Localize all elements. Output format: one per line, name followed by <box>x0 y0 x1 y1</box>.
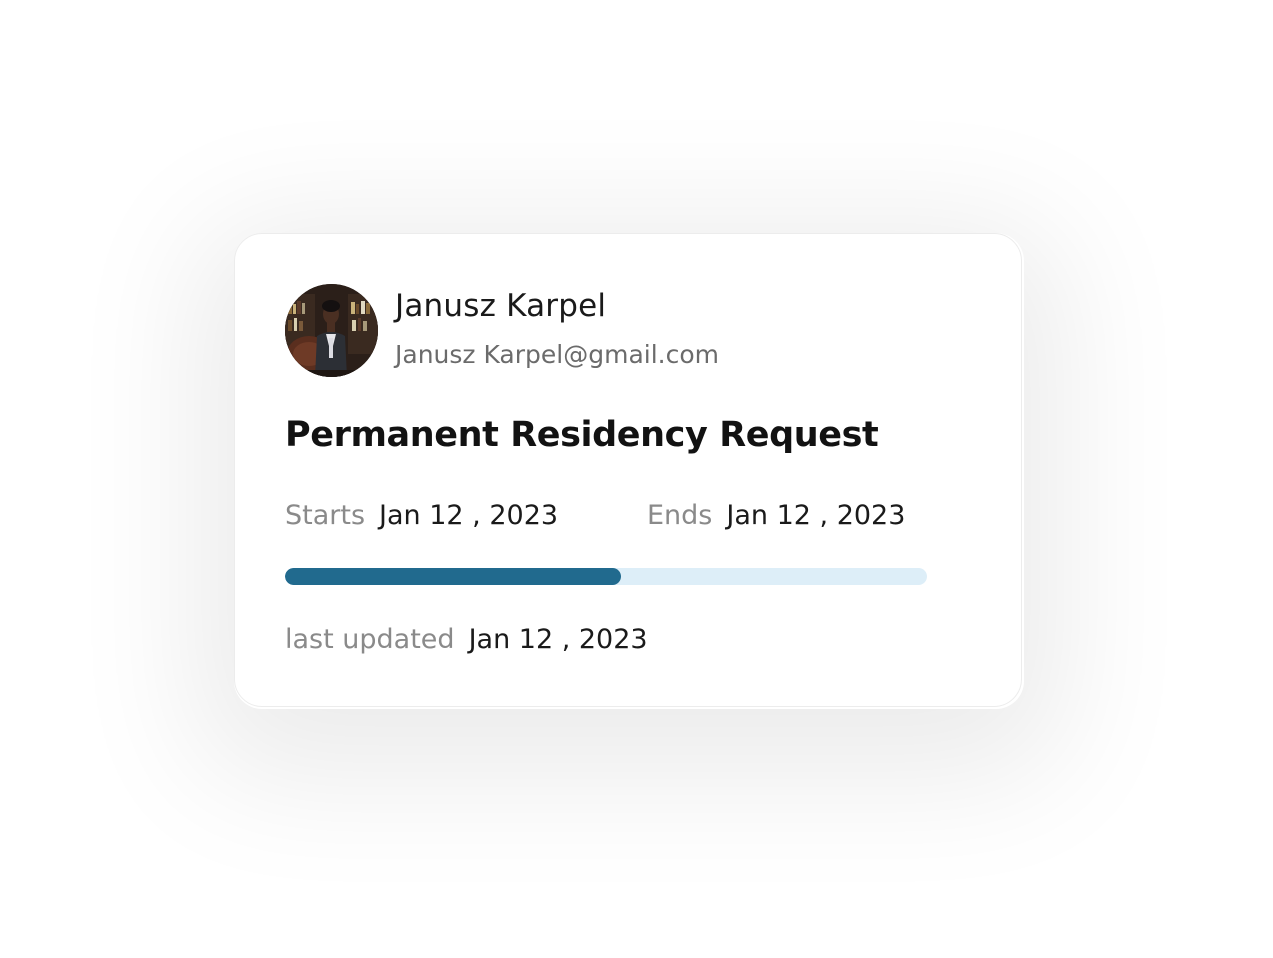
progress-fill <box>285 568 621 585</box>
end-date-label: Ends <box>647 500 713 531</box>
start-date-label: Starts <box>285 500 366 531</box>
user-name: Janusz Karpel <box>395 288 607 324</box>
avatar <box>285 284 378 377</box>
start-date: Starts Jan 12 , 2023 <box>285 500 558 531</box>
progress-bar <box>285 568 927 585</box>
request-title: Permanent Residency Request <box>285 415 879 455</box>
last-updated-label: last updated <box>285 624 455 655</box>
end-date-value: Jan 12 , 2023 <box>726 500 906 531</box>
last-updated-value: Jan 12 , 2023 <box>468 624 648 655</box>
last-updated: last updated Jan 12 , 2023 <box>285 624 648 655</box>
person-photo-icon <box>285 284 378 377</box>
request-card[interactable]: Janusz Karpel Janusz Karpel@gmail.com Pe… <box>234 233 1022 707</box>
end-date: Ends Jan 12 , 2023 <box>647 500 905 531</box>
user-email: Janusz Karpel@gmail.com <box>395 340 719 369</box>
start-date-value: Jan 12 , 2023 <box>379 500 559 531</box>
